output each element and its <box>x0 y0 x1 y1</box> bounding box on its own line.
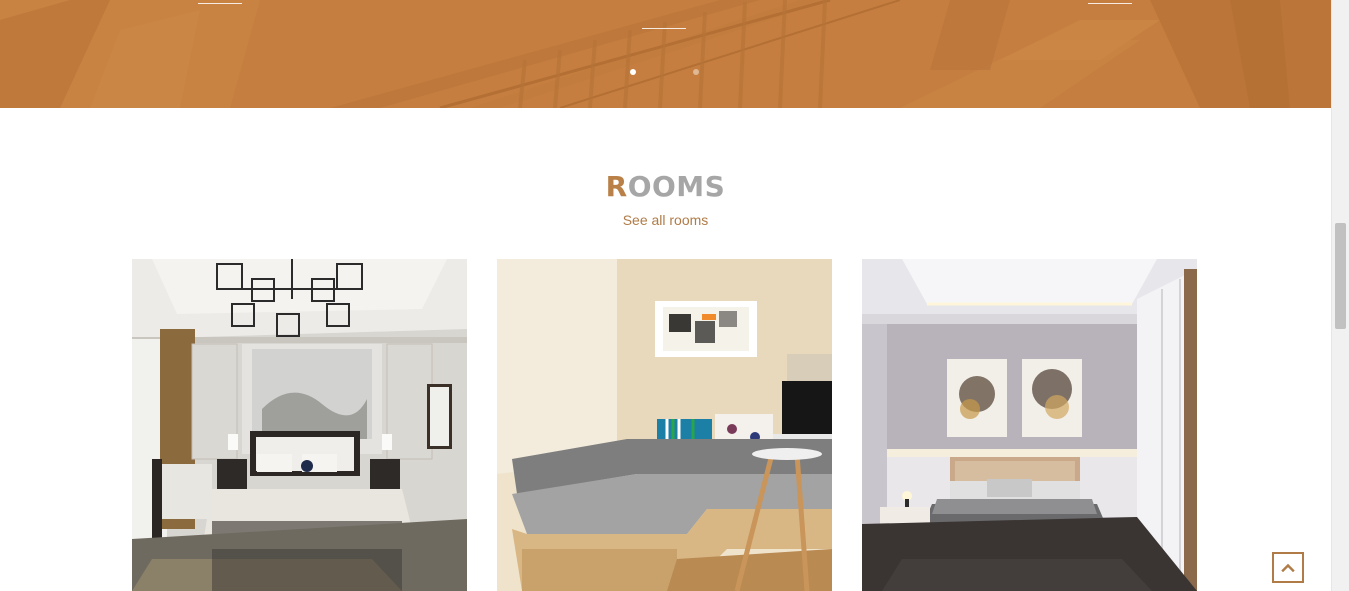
slider-dot-2[interactable] <box>693 69 699 75</box>
chinese-style-bedroom-photo <box>132 259 467 591</box>
page-scrollbar[interactable] <box>1331 0 1349 591</box>
see-all-rooms-link-wrap: See all rooms <box>0 211 1331 229</box>
chevron-up-icon <box>1281 563 1295 572</box>
hero-slider <box>0 0 1331 108</box>
scrollbar-thumb[interactable] <box>1335 223 1346 329</box>
slider-dot-1-active[interactable] <box>630 69 636 75</box>
title-rest: OOMS <box>627 170 726 203</box>
reading-nook-sofa-photo <box>497 259 832 591</box>
see-all-rooms-link[interactable]: See all rooms <box>623 212 709 228</box>
rooms-section-title: ROOMS <box>0 170 1331 204</box>
room-card-1[interactable] <box>132 259 467 591</box>
slide-divider-line <box>198 3 242 4</box>
room-card-3[interactable] <box>862 259 1197 591</box>
room-card-2[interactable] <box>497 259 832 591</box>
hero-background-image <box>0 0 1331 108</box>
title-first-letter: R <box>605 170 628 203</box>
slide-divider-line <box>642 28 686 29</box>
back-to-top-button[interactable] <box>1272 552 1304 583</box>
page: ROOMS See all rooms <box>0 0 1349 591</box>
modern-bedroom-with-wardrobe-photo <box>862 259 1197 591</box>
slide-divider-line <box>1088 3 1132 4</box>
